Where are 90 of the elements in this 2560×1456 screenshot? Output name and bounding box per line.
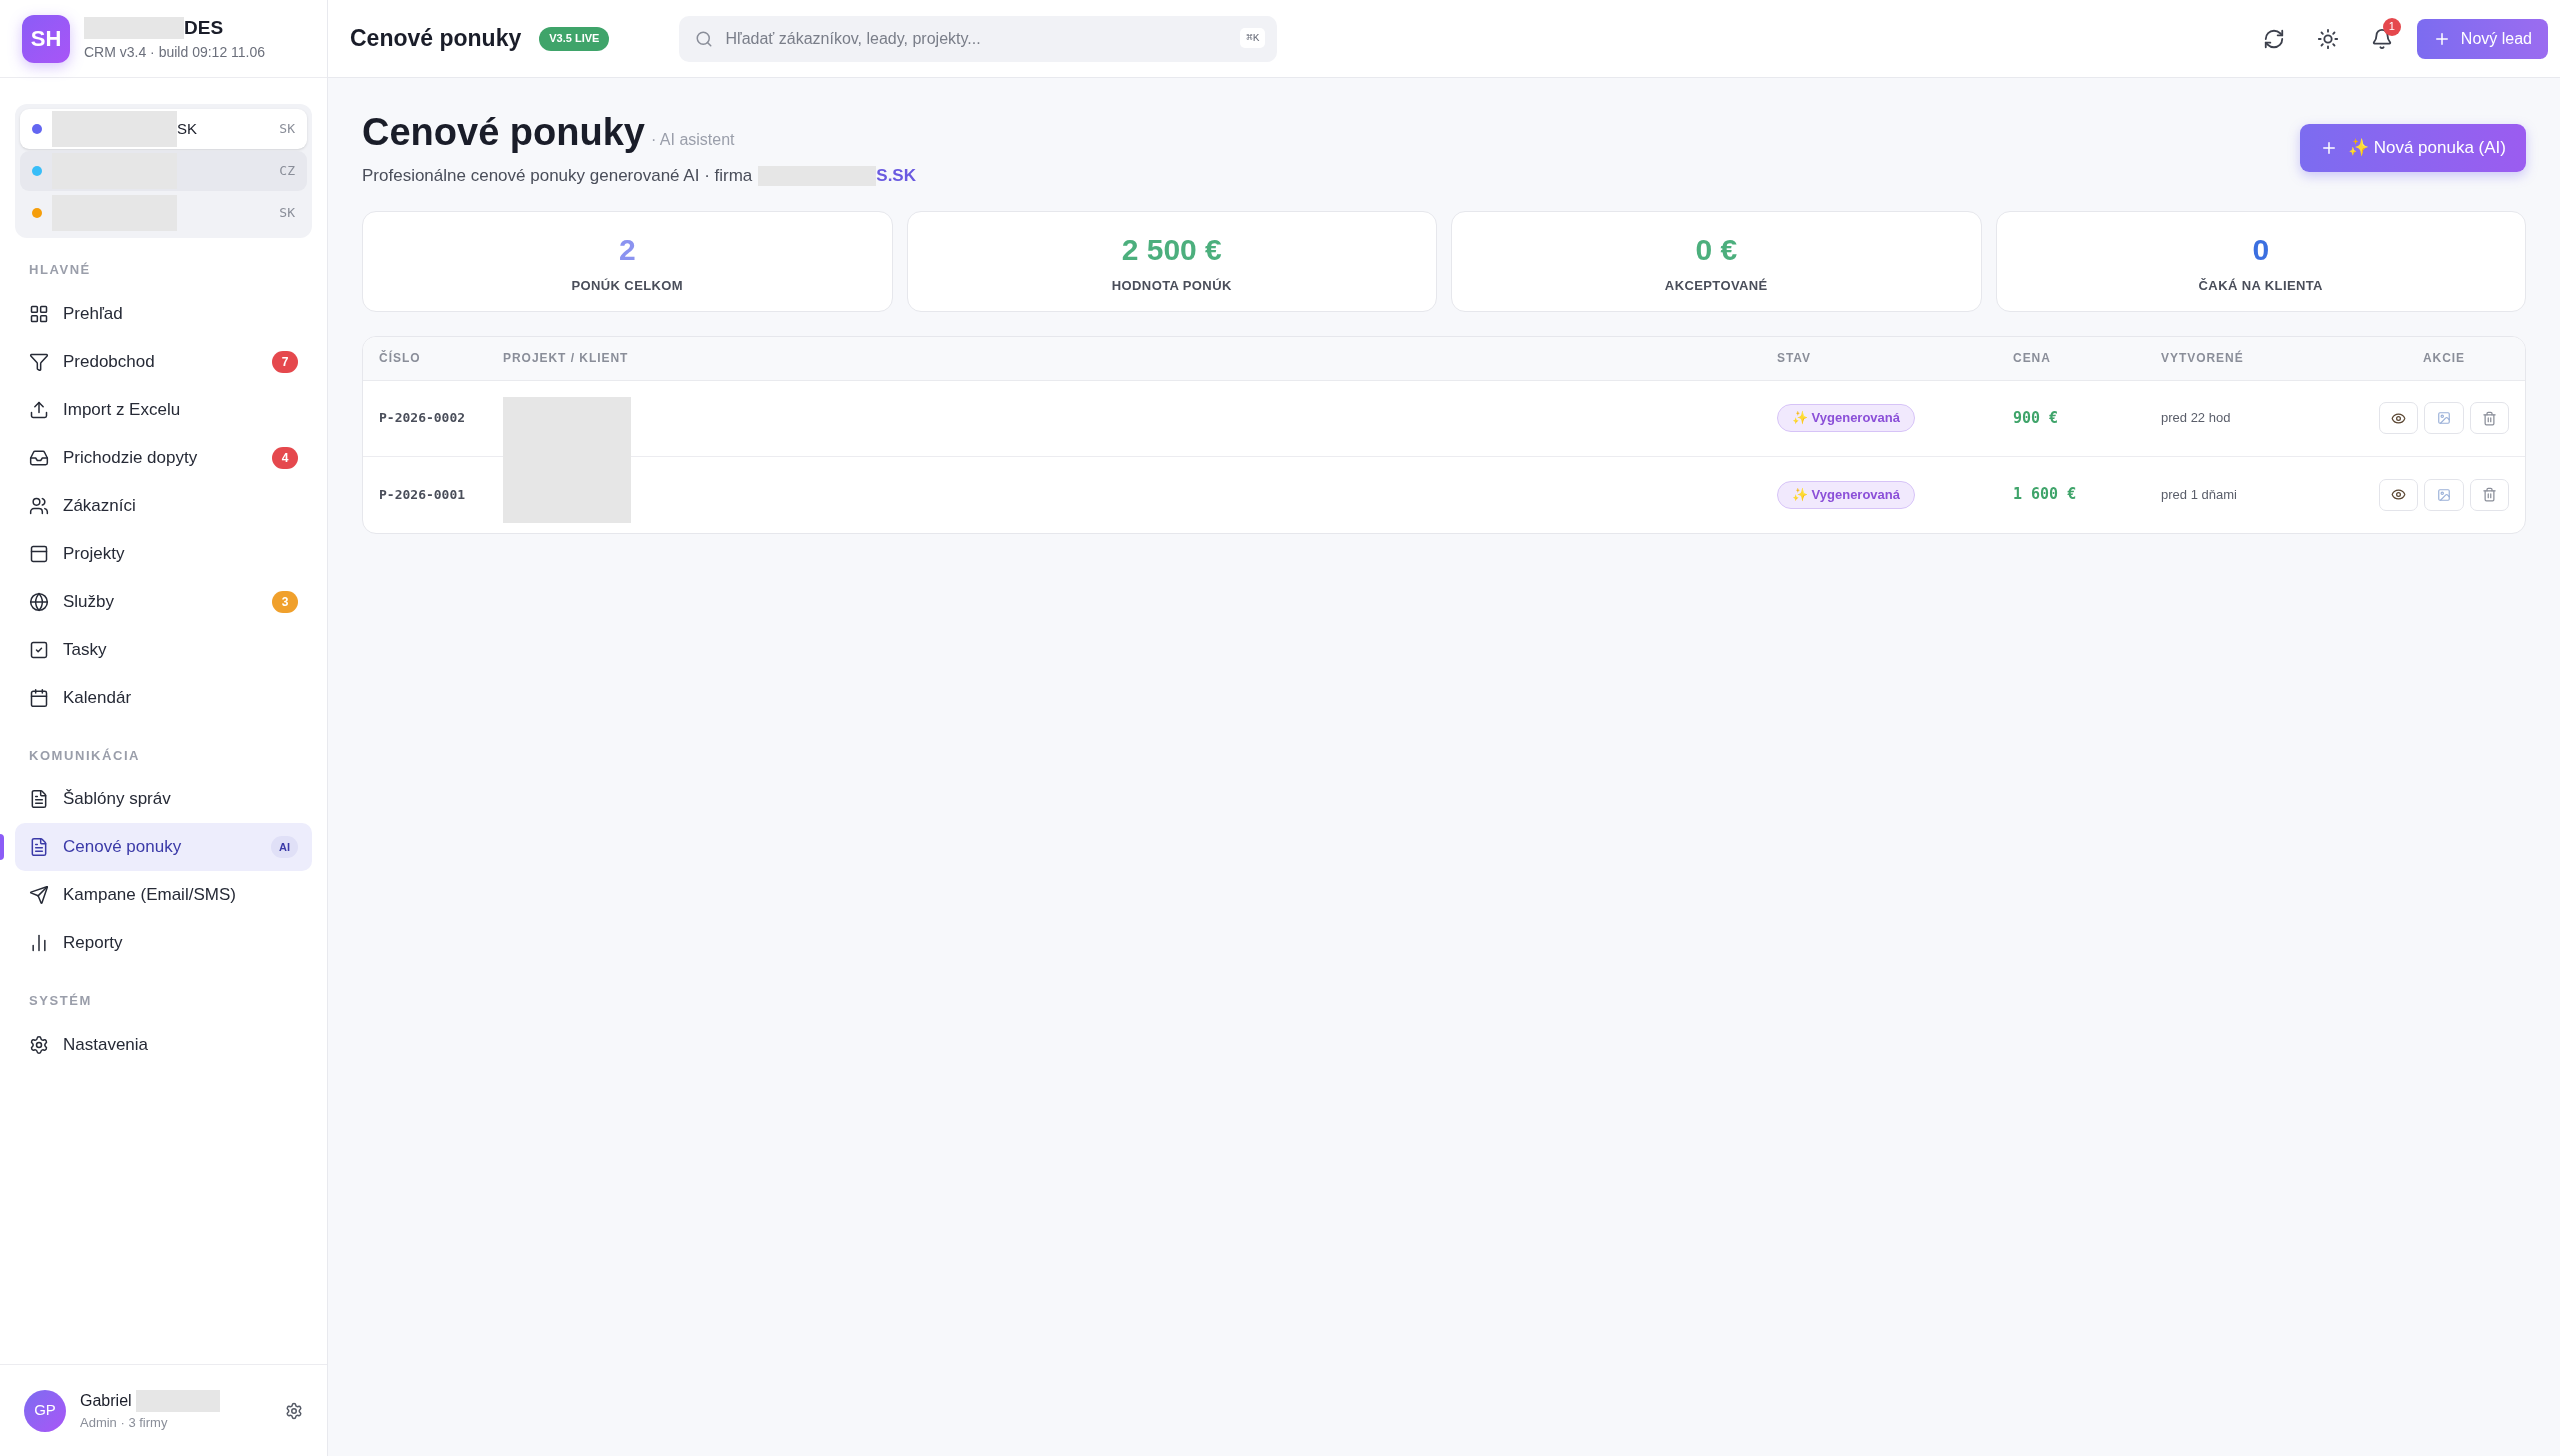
column-header: VYTVORENÉ [2161, 349, 2245, 367]
created-time: pred 1 dňami [2161, 485, 2238, 504]
view-button[interactable] [2379, 478, 2419, 511]
grid-icon [29, 303, 49, 324]
nav-item[interactable]: Tasky [15, 625, 312, 674]
stat-label: ČAKÁ NA KLIENTA [2198, 276, 2323, 295]
trash-icon [2481, 487, 2497, 502]
settings-icon [29, 1034, 49, 1055]
version-badge: V3.5 LIVE [539, 26, 610, 51]
price: 1 600 € [2013, 484, 2078, 506]
country-code: CZ [279, 162, 295, 181]
company-item[interactable]: SK SK [20, 109, 307, 149]
column-header: AKCIE [2421, 350, 2467, 367]
brand-name: DES [184, 15, 224, 40]
count-badge: 3 [272, 590, 298, 613]
status-pill: ✨ Vygenerovaná [1777, 404, 1915, 432]
funnel-icon [29, 351, 49, 372]
page-title: Cenové ponuky [350, 24, 522, 54]
image-icon [2437, 487, 2451, 502]
stat-label: PONÚK CELKOM [571, 276, 684, 295]
nav-item[interactable]: Kalendár [15, 673, 312, 722]
ai-tag: AI [271, 836, 298, 858]
stat-label: AKCEPTOVANÉ [1664, 276, 1768, 295]
firm-link[interactable]: S.SK [876, 163, 916, 189]
user-role: Admin · 3 firmy [80, 1413, 169, 1432]
users-icon [29, 495, 49, 516]
logo-badge: SH [22, 14, 70, 63]
upload-icon [29, 399, 49, 420]
new-lead-button[interactable]: Nový lead [2416, 18, 2548, 59]
user-name: Gabriel [80, 1390, 132, 1411]
search-icon [695, 29, 714, 48]
country-code: SK [279, 204, 295, 223]
nav-item[interactable]: Reporty [15, 919, 312, 967]
document-icon [29, 837, 49, 857]
nav-item[interactable]: Import z Excelu [15, 385, 312, 434]
active-indicator [0, 834, 4, 860]
paper-plane-icon [29, 885, 49, 905]
nav-item[interactable]: Projekty [15, 529, 312, 578]
settings-icon[interactable] [285, 1401, 303, 1420]
document-icon [29, 789, 49, 809]
country-code: SK [279, 120, 295, 139]
checkbox-icon [29, 639, 49, 660]
refresh-icon[interactable] [2262, 27, 2285, 50]
count-badge: 7 [272, 350, 298, 373]
column-header: ČÍSLO [379, 349, 422, 367]
calendar-icon [29, 687, 49, 708]
stat-value: 0 [2252, 231, 2270, 268]
quote-number: P-2026-0001 [379, 485, 467, 504]
column-header: STAV [1777, 350, 1813, 367]
count-badge: 4 [272, 446, 298, 469]
column-header: PROJEKT / KLIENT [503, 350, 630, 367]
price: 900 € [2013, 407, 2060, 429]
nav-item[interactable]: Nastavenia [15, 1020, 312, 1069]
heading-note: · AI asistent [650, 130, 735, 150]
nav-item[interactable]: Kampane (Email/SMS) [15, 871, 312, 919]
nav-item[interactable]: Prichodzie dopyty 4 [15, 433, 312, 482]
company-name: SK [177, 118, 197, 139]
section-heading: HLAVNÉ [28, 261, 92, 279]
plus-icon [2320, 139, 2338, 157]
globe-icon [29, 591, 49, 612]
brand-subtitle: CRM v3.4 · build 09:12 11.06 [84, 43, 266, 63]
page-description: Profesionálne cenové ponuky generované AI · firma [362, 165, 753, 187]
stat-value: 0 € [1695, 231, 1738, 268]
view-button[interactable] [2379, 402, 2419, 434]
trash-icon [2481, 410, 2497, 426]
sun-icon[interactable] [2316, 27, 2339, 50]
notification-badge: 1 [2382, 17, 2401, 36]
created-time: pred 22 hod [2161, 409, 2232, 428]
stat-value: 2 500 € [1121, 231, 1222, 268]
status-pill: ✨ Vygenerovaná [1777, 480, 1915, 509]
nav-item[interactable]: Šablóny správ [15, 775, 312, 823]
column-header: CENA [2013, 350, 2052, 367]
nav-item[interactable]: Zákazníci [15, 481, 312, 530]
section-heading: KOMUNIKÁCIA [28, 746, 142, 765]
stat-label: HODNOTA PONÚK [1111, 276, 1232, 295]
quote-number: P-2026-0002 [379, 409, 467, 428]
image-icon [2437, 411, 2451, 425]
eye-icon [2391, 487, 2407, 502]
nav-item[interactable]: Prehľad [15, 289, 312, 338]
nav-item[interactable]: Predobchod 7 [15, 337, 312, 386]
eye-icon [2391, 410, 2407, 426]
stat-value: 2 [618, 231, 636, 268]
nav-item[interactable]: Služby 3 [15, 577, 312, 626]
new-quote-button[interactable]: ✨ Nová ponuka (AI) [2300, 124, 2526, 172]
nav-item[interactable]: Cenové ponuky AI [15, 823, 312, 871]
bar-chart-icon [29, 933, 49, 953]
section-heading: SYSTÉM [28, 992, 93, 1010]
page-heading: Cenové ponuky [362, 110, 645, 155]
user-avatar: GP [24, 1389, 66, 1432]
panel-icon [29, 543, 49, 564]
